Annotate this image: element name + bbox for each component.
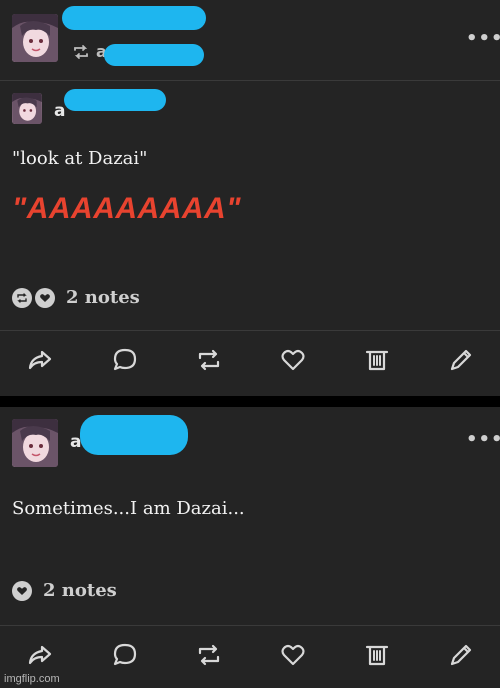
delete-icon[interactable] [361, 344, 393, 376]
reblog-icon[interactable] [193, 639, 225, 671]
action-bar [0, 330, 500, 390]
reply-icon[interactable] [109, 639, 141, 671]
post-quote-text: "look at Dazai" [12, 148, 148, 169]
share-icon[interactable] [24, 639, 56, 671]
redaction-mark [80, 415, 188, 455]
more-options-icon[interactable]: ••• [466, 28, 500, 49]
divider [0, 80, 500, 81]
watermark: imgflip.com [4, 673, 60, 685]
redaction-mark [64, 89, 166, 111]
reblog-icon[interactable] [193, 344, 225, 376]
like-icon[interactable] [277, 639, 309, 671]
more-options-icon[interactable]: ••• [466, 429, 500, 450]
post-card-1: a a ••• a "look at Dazai" "AAAAAAAAA" 2 … [0, 0, 500, 396]
edit-icon[interactable] [445, 639, 477, 671]
avatar[interactable] [12, 14, 58, 62]
heart-note-icon [12, 580, 32, 601]
avatar[interactable] [12, 419, 58, 467]
reblog-line: a [72, 42, 107, 61]
heart-note-icon [35, 287, 55, 308]
redaction-mark [104, 44, 204, 66]
edit-icon[interactable] [445, 344, 477, 376]
notes-summary[interactable]: 2 notes [12, 287, 140, 308]
quoted-avatar[interactable] [12, 93, 42, 124]
reply-icon[interactable] [109, 344, 141, 376]
like-icon[interactable] [277, 344, 309, 376]
avatar-image [12, 419, 58, 467]
notes-count[interactable]: 2 notes [66, 287, 140, 308]
quoted-username[interactable]: a [54, 101, 65, 121]
notes-summary[interactable]: 2 notes [12, 580, 117, 601]
redaction-mark [62, 6, 206, 30]
notes-count[interactable]: 2 notes [43, 580, 117, 601]
avatar-image [12, 93, 42, 124]
reblog-note-icon [12, 287, 32, 308]
post-card-2: a ••• Sometimes...I am Dazai... 2 notes … [0, 407, 500, 688]
avatar-image [12, 14, 58, 62]
post-shout-text: "AAAAAAAAA" [12, 192, 241, 225]
share-icon[interactable] [24, 344, 56, 376]
reblog-small-icon [74, 44, 88, 59]
action-bar [0, 625, 500, 685]
delete-icon[interactable] [361, 639, 393, 671]
post-body-text: Sometimes...I am Dazai... [12, 498, 245, 519]
